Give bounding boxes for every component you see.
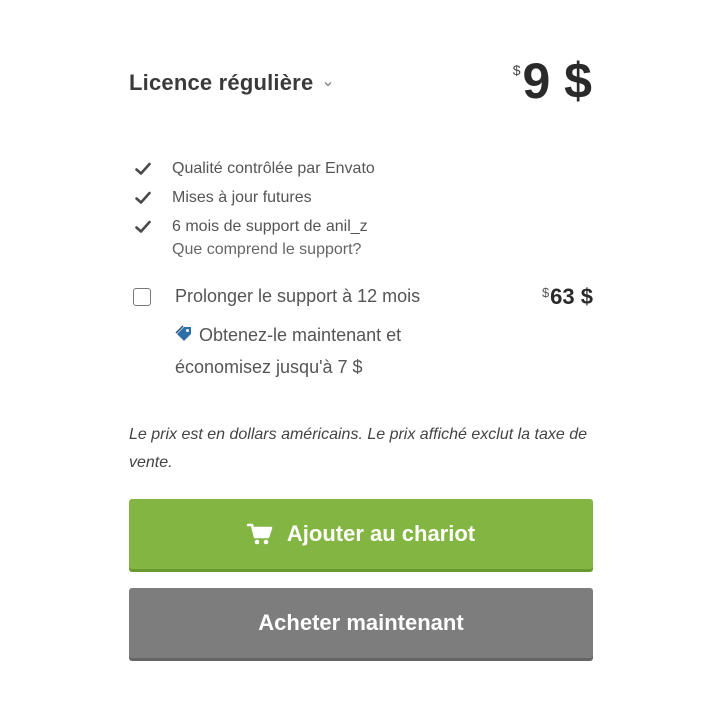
buy-now-button[interactable]: Acheter maintenant — [129, 588, 593, 658]
feature-label: Qualité contrôlée par Envato — [172, 159, 375, 177]
feature-list: Qualité contrôlée par Envato Mises à jou… — [135, 154, 375, 241]
extend-price-currency: $ — [541, 285, 550, 300]
extend-support-checkbox[interactable] — [133, 288, 151, 306]
license-price: $ 9 $ — [513, 56, 592, 106]
tag-icon — [175, 325, 191, 341]
check-icon — [135, 191, 151, 204]
feature-item: Qualité contrôlée par Envato — [135, 154, 375, 183]
feature-item: Mises à jour futures — [135, 183, 375, 212]
add-to-cart-button[interactable]: Ajouter au chariot — [129, 499, 593, 569]
feature-label: Mises à jour futures — [172, 188, 312, 206]
extend-support-label[interactable]: Prolonger le support à 12 mois — [175, 286, 420, 307]
license-price-currency: $ — [512, 62, 521, 78]
promo-text: Obtenez-le maintenant et économisez jusq… — [175, 325, 402, 377]
feature-item: 6 mois de support de anil_z — [135, 212, 375, 241]
license-name: Licence régulière — [129, 70, 314, 95]
price-note: Le prix est en dollars américains. Le pr… — [129, 426, 588, 471]
feature-label: 6 mois de support de anil_z — [172, 217, 368, 235]
license-purchase-panel: Licence régulière $ 9 $ Qualité contrôlé… — [0, 0, 712, 702]
chevron-down-icon — [324, 82, 332, 87]
extend-support-price: $ 63 $ — [542, 284, 593, 310]
extend-price-value: 63 $ — [550, 284, 593, 309]
cart-icon — [246, 523, 273, 545]
license-selector[interactable]: Licence régulière — [129, 70, 333, 96]
support-info-link[interactable]: Que comprend le support? — [172, 241, 361, 259]
extend-promo: Obtenez-le maintenant et économisez jusq… — [175, 319, 475, 383]
check-icon — [135, 162, 151, 175]
add-to-cart-label: Ajouter au chariot — [286, 521, 476, 546]
license-price-value: 9 $ — [522, 53, 592, 109]
check-icon — [135, 220, 151, 233]
buy-now-label: Acheter maintenant — [258, 610, 464, 635]
